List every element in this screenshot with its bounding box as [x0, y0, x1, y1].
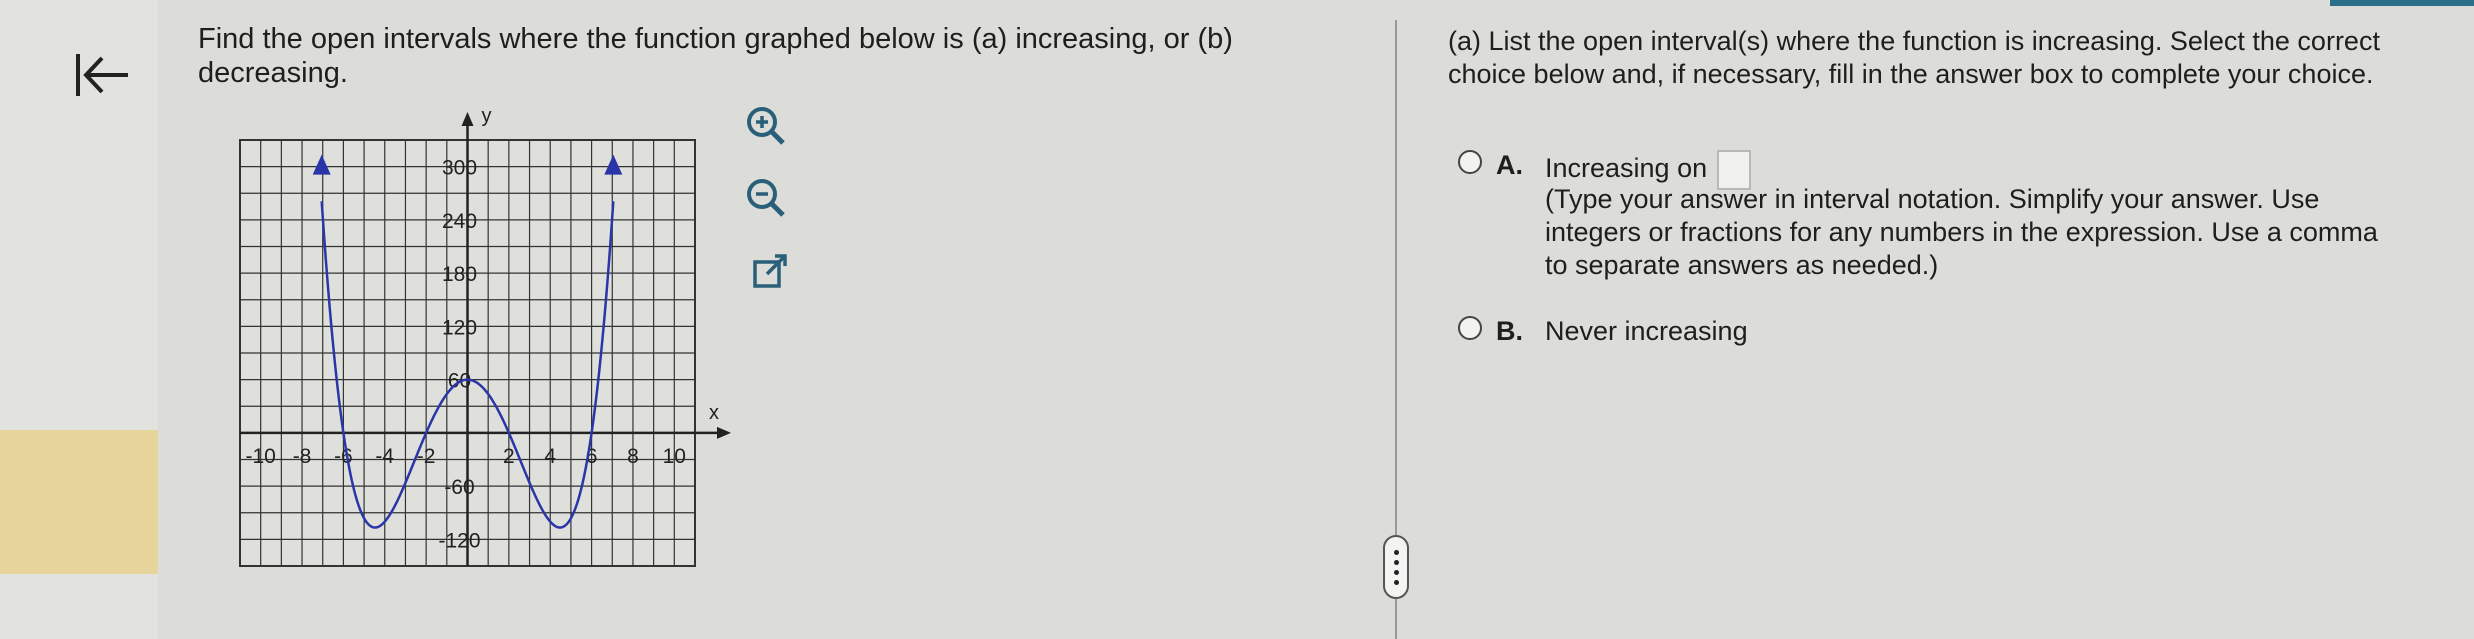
question-part1: Find the open intervals where the functi…: [198, 23, 972, 55]
y-tick-label: 300: [442, 157, 477, 180]
x-tick-label: 4: [544, 445, 556, 468]
function-graph: x y -10 -8 -6 -4 -2 2 4 6 8 10 300 240 180 120 60 -60 -120: [210, 98, 750, 588]
option-b-letter: B.: [1496, 316, 1523, 346]
arrow-left-bar-icon: [76, 54, 128, 96]
y-tick-label: -120: [438, 529, 480, 552]
x-tick-label: -4: [375, 445, 394, 468]
x-axis-label: x: [709, 402, 719, 424]
option-a-letter: A.: [1496, 150, 1523, 180]
option-a-radio[interactable]: [1458, 150, 1482, 174]
divider-drag-handle[interactable]: [1383, 535, 1409, 599]
zoom-in-icon: [747, 107, 785, 145]
top-accent-bar: [2330, 0, 2474, 6]
y-tick-label: 240: [442, 210, 477, 233]
highlight-block: [0, 430, 158, 574]
question-label-a: (a): [971, 23, 1008, 55]
y-tick-label: 120: [442, 316, 477, 339]
option-b-text: Never increasing: [1545, 316, 1748, 346]
option-a-hint: (Type your answer in interval notation. …: [1545, 184, 2378, 280]
graph-svg: xy-10 -8 -6 -4 -2 2 4 6 8 1030024018012060-60-120: [239, 105, 731, 567]
x-tick-label: 2: [503, 445, 515, 468]
x-tick-label: -8: [293, 445, 312, 468]
y-axis-label: y: [482, 105, 492, 127]
x-tick-label: 8: [627, 445, 639, 468]
zoom-out-button[interactable]: [740, 172, 790, 222]
y-tick-label: -60: [444, 476, 474, 499]
x-tick-label: -10: [246, 445, 276, 468]
external-link-icon: [753, 254, 787, 288]
y-axis-arrow: [461, 112, 474, 126]
option-a-label: Increasing on: [1545, 153, 1708, 184]
option-b-radio[interactable]: [1458, 316, 1482, 340]
option-b[interactable]: B. Never increasing: [1458, 316, 1748, 347]
collapse-back-button[interactable]: [68, 40, 138, 110]
part-a-prompt: (a) List the open interval(s) where the …: [1448, 26, 2380, 89]
zoom-out-icon: [747, 179, 785, 217]
y-tick-label: 180: [442, 263, 477, 286]
question-part2: increasing, or: [1007, 23, 1198, 55]
x-axis-arrow: [717, 426, 731, 439]
question-label-b: (b): [1197, 23, 1233, 55]
popout-button[interactable]: [745, 248, 795, 298]
question-text: Find the open intervals where the functi…: [198, 22, 1308, 90]
x-tick-label: 10: [663, 445, 686, 468]
question-part3: decreasing.: [198, 57, 348, 89]
x-tick-label: -6: [334, 445, 353, 468]
zoom-in-button[interactable]: [740, 100, 790, 150]
